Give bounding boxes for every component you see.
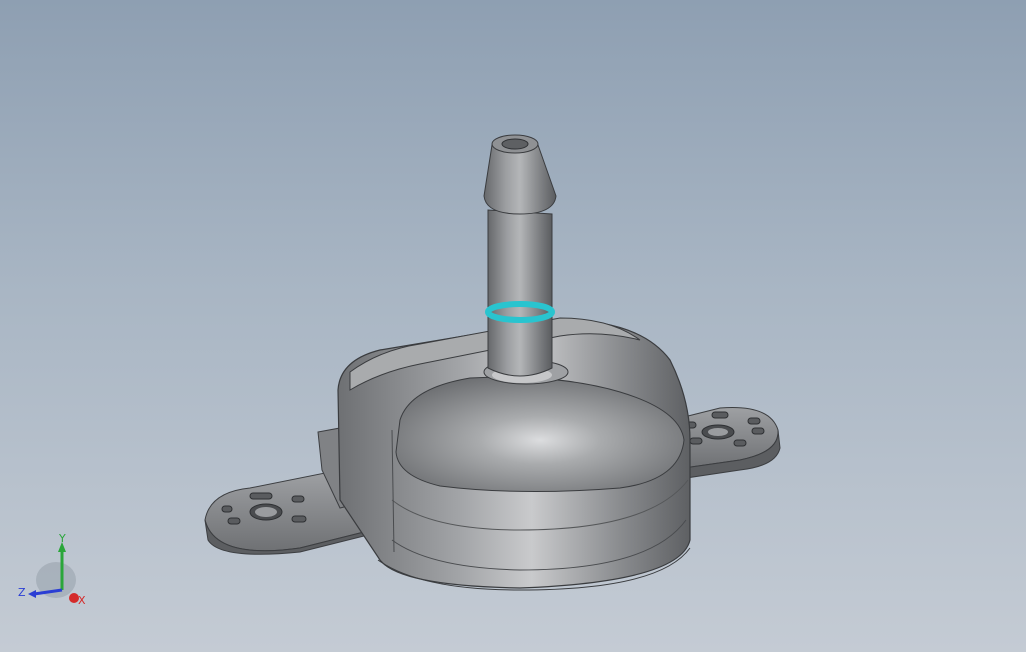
coordinate-triad[interactable]: Y Z X	[14, 532, 94, 612]
x-axis-label: X	[78, 594, 86, 607]
z-axis-arrowhead	[28, 590, 36, 598]
graphics-viewport[interactable]: Y Z X	[0, 0, 1026, 652]
hose-barb	[483, 134, 557, 377]
right-mounting-tab	[679, 406, 781, 479]
y-axis-label: Y	[58, 532, 66, 545]
z-axis-label: Z	[18, 586, 26, 599]
3d-model[interactable]	[0, 0, 1026, 652]
